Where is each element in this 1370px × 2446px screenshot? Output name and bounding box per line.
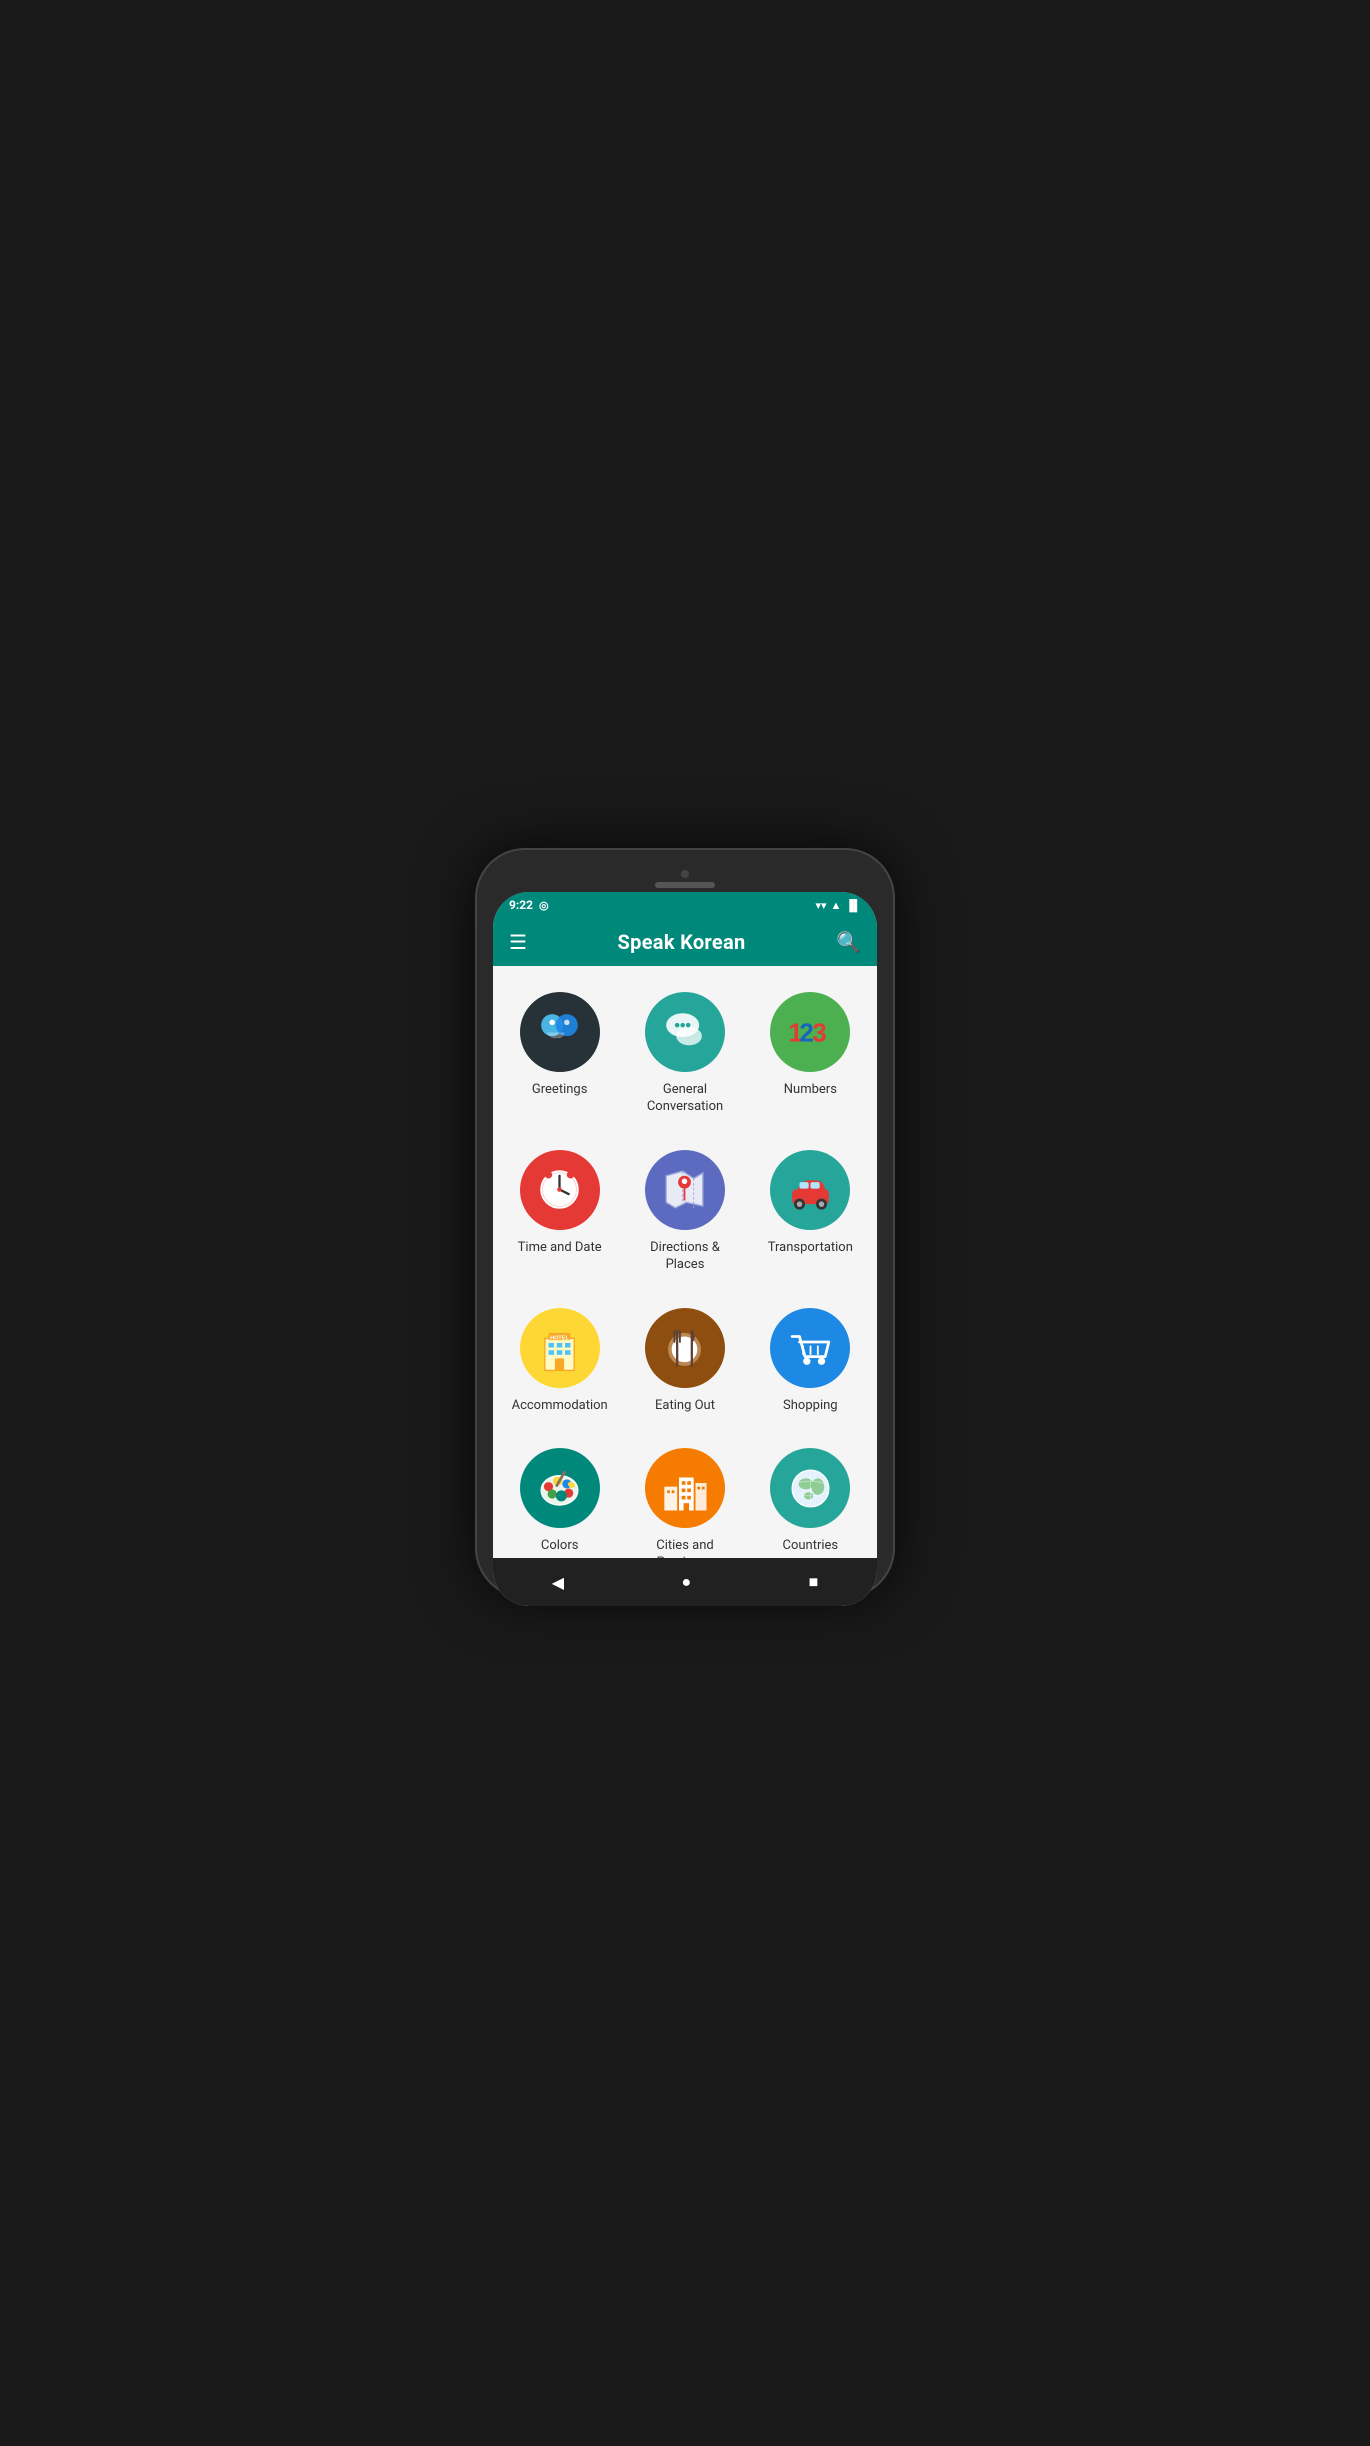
- camera-dot: [681, 870, 689, 878]
- numbers-label: Numbers: [784, 1082, 837, 1099]
- list-item[interactable]: Shopping: [752, 1294, 869, 1427]
- battery-icon: ▐▌: [845, 899, 861, 912]
- status-icons: ▾▾ ▲ ▐▌: [815, 899, 861, 912]
- wifi-icon: ▾▾: [815, 899, 826, 912]
- eating-out-icon: [645, 1308, 725, 1388]
- navigation-bar: ◀ ● ■: [493, 1558, 877, 1606]
- home-button[interactable]: ●: [661, 1568, 711, 1596]
- category-grid: Greetings General Conversation: [501, 978, 869, 1558]
- countries-label: Countries: [783, 1538, 839, 1555]
- transportation-label: Transportation: [768, 1240, 853, 1257]
- colors-icon: [520, 1448, 600, 1528]
- eating-out-label: Eating Out: [655, 1398, 715, 1415]
- greetings-label: Greetings: [532, 1082, 588, 1099]
- svg-text:3: 3: [812, 1019, 826, 1047]
- list-item[interactable]: Colors: [501, 1434, 618, 1558]
- time-date-icon: [520, 1150, 600, 1230]
- list-item[interactable]: Eating Out: [626, 1294, 743, 1427]
- directions-icon: [645, 1150, 725, 1230]
- list-item[interactable]: 1 2 3 Numbers: [752, 978, 869, 1128]
- menu-icon[interactable]: ☰: [509, 930, 527, 954]
- time-date-label: Time and Date: [518, 1240, 602, 1257]
- status-time: 9:22: [509, 898, 533, 912]
- search-icon[interactable]: 🔍: [836, 930, 861, 954]
- status-time-area: 9:22 ◎: [509, 898, 549, 912]
- accommodation-label: Accommodation: [512, 1398, 608, 1415]
- numbers-icon: 1 2 3: [770, 992, 850, 1072]
- general-conversation-label: General Conversation: [634, 1082, 735, 1116]
- list-item[interactable]: Greetings: [501, 978, 618, 1128]
- list-item[interactable]: Countries: [752, 1434, 869, 1558]
- location-icon: ◎: [539, 899, 549, 912]
- list-item[interactable]: General Conversation: [626, 978, 743, 1128]
- countries-icon: [770, 1448, 850, 1528]
- phone-screen: 9:22 ◎ ▾▾ ▲ ▐▌ ☰ Speak Korean 🔍: [493, 892, 877, 1606]
- cities-provinces-icon: [645, 1448, 725, 1528]
- signal-icon: ▲: [831, 899, 842, 912]
- list-item[interactable]: Cities and Provinces: [626, 1434, 743, 1558]
- svg-text:HOTEL: HOTEL: [550, 1335, 569, 1341]
- accommodation-icon: HOTEL: [520, 1308, 600, 1388]
- list-item[interactable]: Directions & Places: [626, 1136, 743, 1286]
- directions-label: Directions & Places: [634, 1240, 735, 1274]
- recents-button[interactable]: ■: [789, 1568, 839, 1596]
- speaker-grille: [655, 882, 715, 888]
- list-item[interactable]: Transportation: [752, 1136, 869, 1286]
- transportation-icon: [770, 1150, 850, 1230]
- colors-label: Colors: [541, 1538, 579, 1555]
- greetings-icon: [520, 992, 600, 1072]
- list-item[interactable]: HOTEL Accommodation: [501, 1294, 618, 1427]
- cities-provinces-label: Cities and Provinces: [634, 1538, 735, 1558]
- phone-frame: 9:22 ◎ ▾▾ ▲ ▐▌ ☰ Speak Korean 🔍: [475, 848, 895, 1598]
- shopping-label: Shopping: [783, 1398, 838, 1415]
- toolbar: ☰ Speak Korean 🔍: [493, 918, 877, 966]
- app-title: Speak Korean: [618, 930, 746, 954]
- list-item[interactable]: Time and Date: [501, 1136, 618, 1286]
- back-button[interactable]: ◀: [532, 1569, 584, 1596]
- general-conversation-icon: [645, 992, 725, 1072]
- shopping-icon: [770, 1308, 850, 1388]
- main-content: Greetings General Conversation: [493, 966, 877, 1558]
- status-bar: 9:22 ◎ ▾▾ ▲ ▐▌: [493, 892, 877, 918]
